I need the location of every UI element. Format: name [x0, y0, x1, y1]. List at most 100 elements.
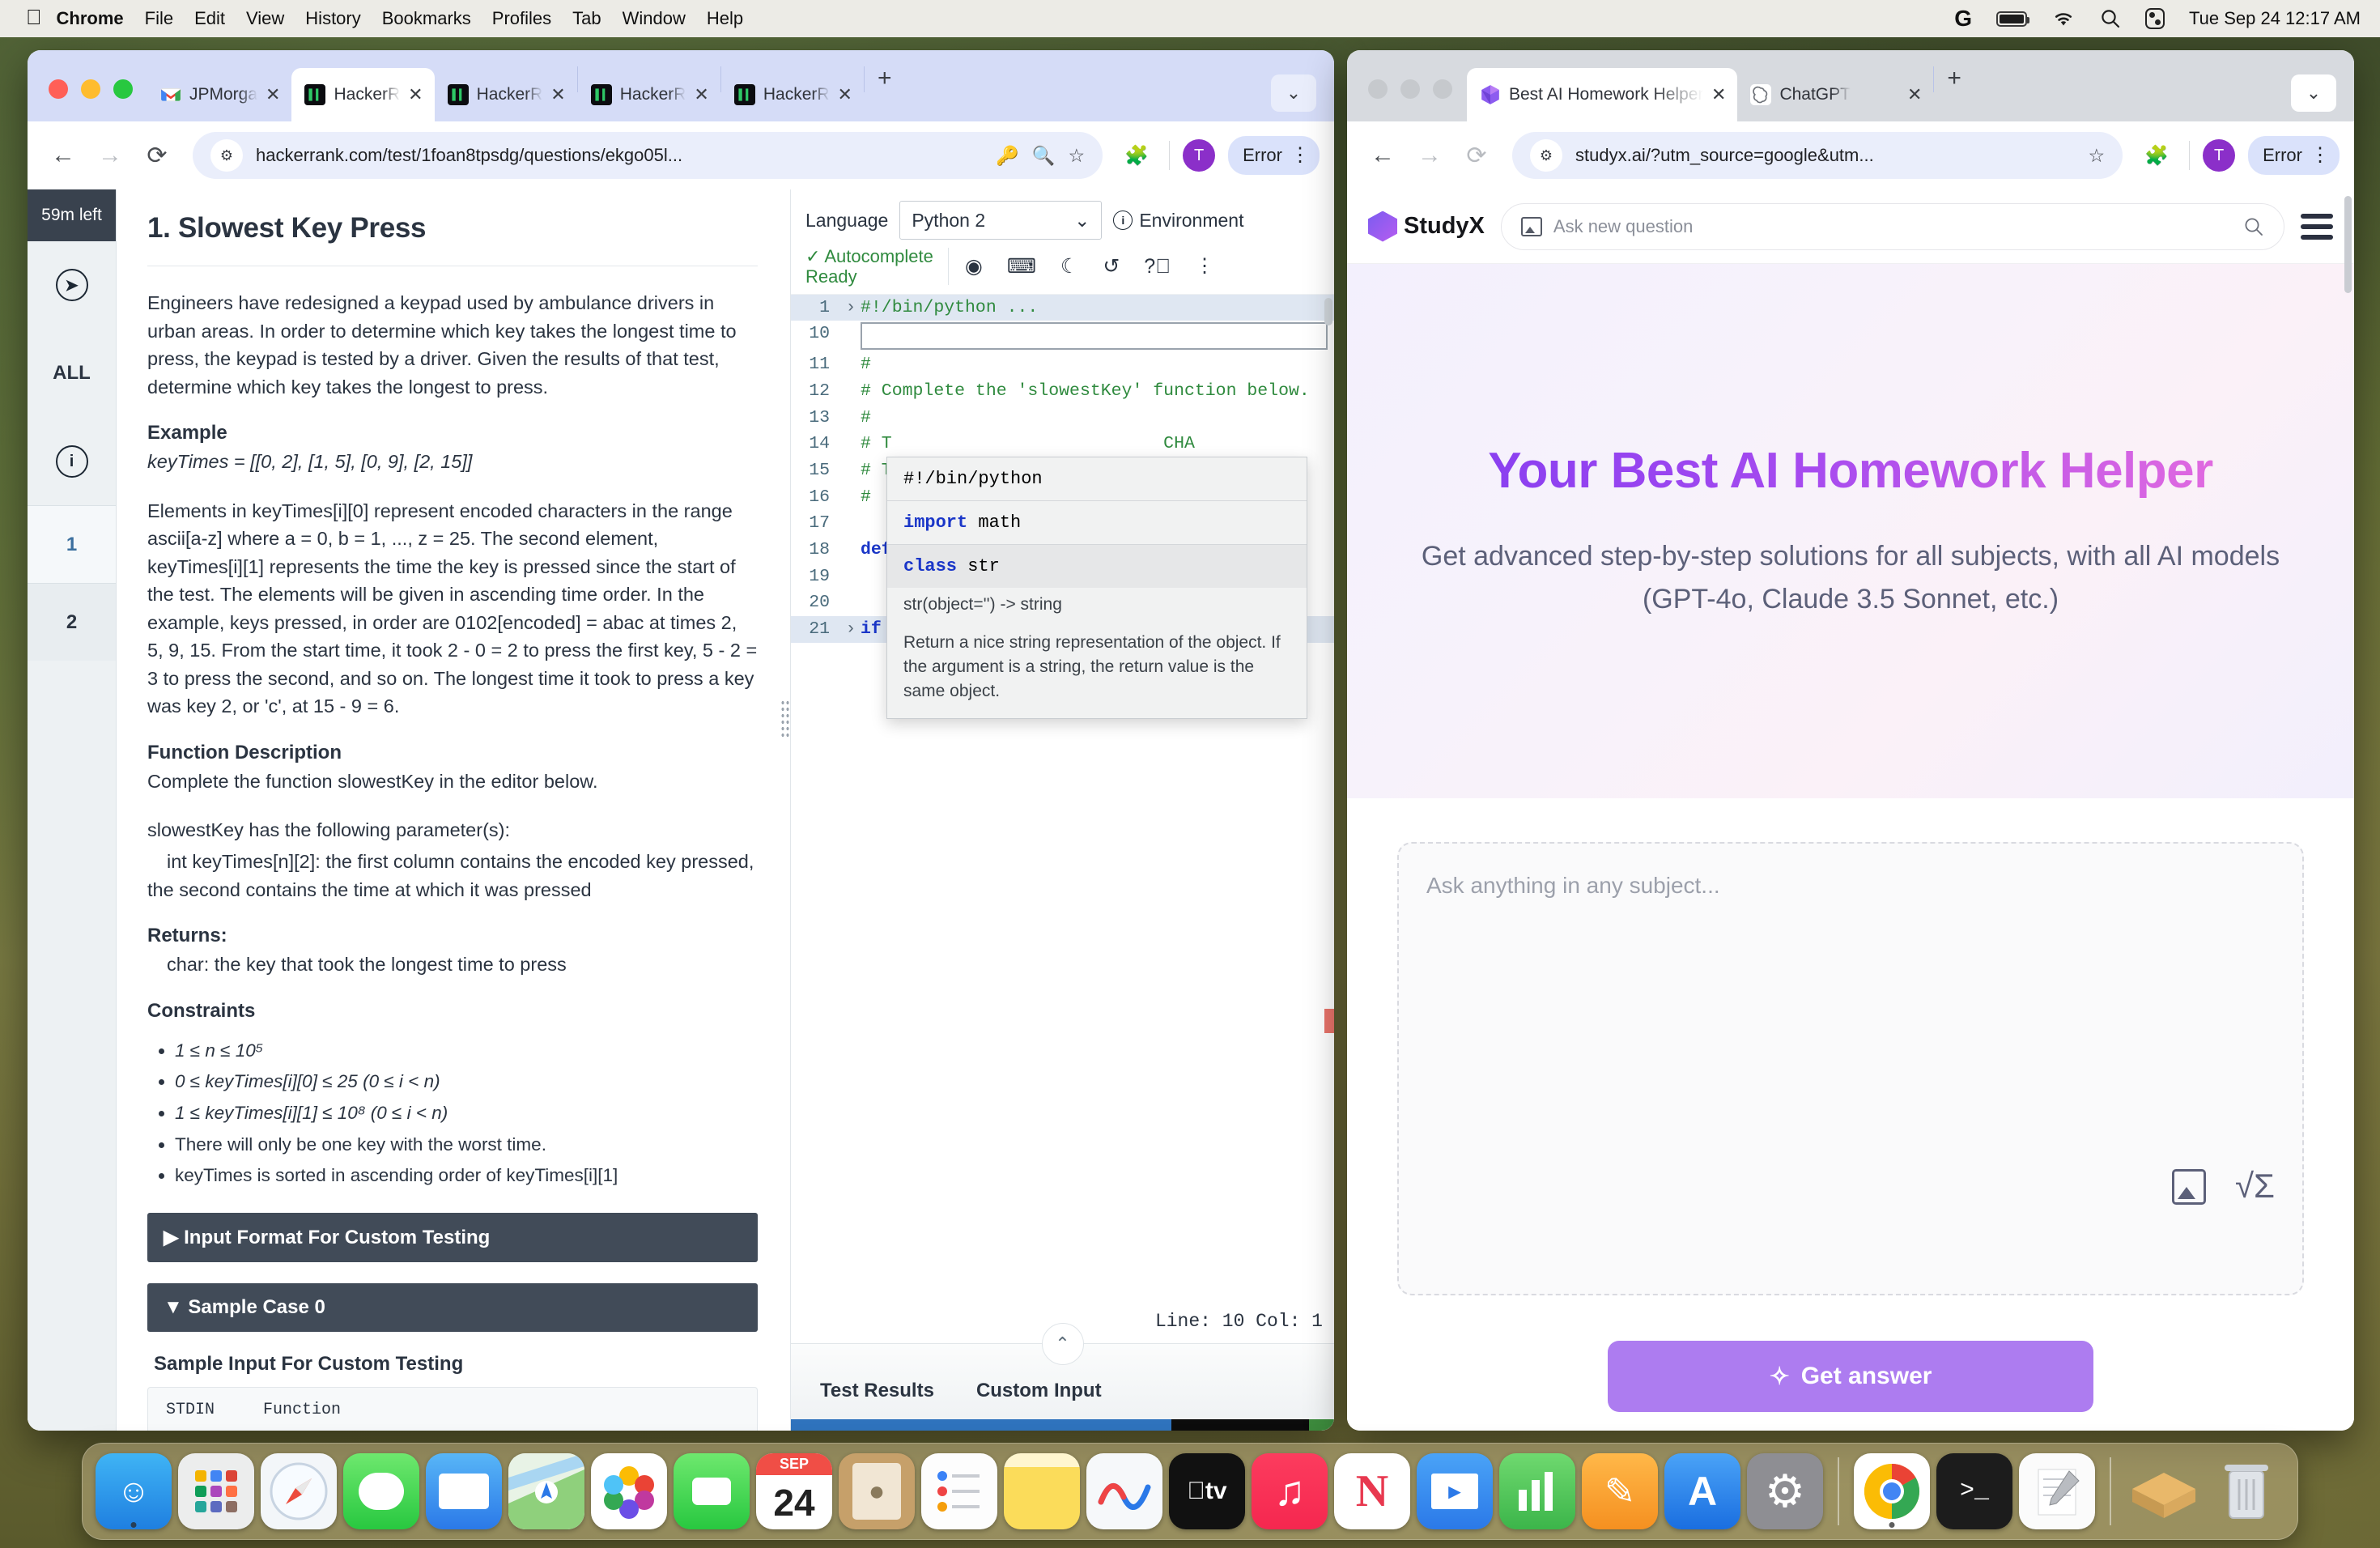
search-icon[interactable]: 🔍	[1032, 145, 1056, 167]
minimize-window-button[interactable]	[1400, 79, 1420, 99]
site-settings-icon[interactable]: ⚙	[210, 139, 243, 172]
reload-button[interactable]: ⟳	[1456, 134, 1498, 176]
tab-search-button[interactable]: ⌄	[1271, 74, 1316, 112]
error-status-chip[interactable]: Error ⋮	[1228, 136, 1320, 175]
history-icon[interactable]: ↺	[1103, 254, 1120, 279]
studyx-logo[interactable]: StudyX	[1368, 211, 1485, 242]
collapse-panel-button[interactable]: ⌃	[1041, 1323, 1084, 1365]
site-settings-icon[interactable]: ⚙	[1530, 139, 1562, 172]
close-tab-icon[interactable]: ✕	[1907, 86, 1922, 104]
close-tab-icon[interactable]: ✕	[550, 86, 565, 104]
extensions-puzzle-icon[interactable]: 🧩	[2137, 136, 2176, 175]
address-bar[interactable]: ⚙ studyx.ai/?utm_source=google&utm... ☆	[1512, 132, 2123, 179]
autocomplete-item-import-math[interactable]: import math	[887, 501, 1307, 544]
extensions-puzzle-icon[interactable]: 🧩	[1117, 136, 1156, 175]
pane-resize-handle[interactable]	[780, 700, 790, 740]
math-formula-icon[interactable]: √Σ	[2235, 1169, 2275, 1205]
sidebar-question-1[interactable]: 1	[28, 505, 116, 583]
profile-avatar[interactable]: T	[2203, 139, 2236, 172]
spotlight-search-icon[interactable]	[2100, 8, 2121, 29]
code-editor-pane[interactable]: Language Python 2 ⌄ i Environment ✓ Auto…	[790, 189, 1334, 1431]
tab-test-results[interactable]: Test Results	[820, 1380, 934, 1402]
tab-hackerrank-2[interactable]: HackerR ✕	[435, 68, 577, 121]
downloads-stack-icon[interactable]	[2126, 1453, 2202, 1529]
ask-question-textarea[interactable]: Ask anything in any subject... √Σ	[1397, 842, 2304, 1295]
tab-jpmorgan[interactable]: JPMorga ✕	[147, 68, 291, 121]
back-button[interactable]: ←	[42, 134, 84, 176]
keynote-icon[interactable]: ►	[1417, 1453, 1493, 1529]
finder-icon[interactable]: ☺	[96, 1453, 172, 1529]
eye-icon[interactable]: ◉	[965, 254, 983, 279]
pages-icon[interactable]: ✎	[1582, 1453, 1658, 1529]
freeform-icon[interactable]	[1086, 1453, 1162, 1529]
chrome-menu-icon[interactable]: ⋮	[1290, 146, 1310, 165]
help-icon[interactable]: ?⃝	[1144, 255, 1171, 279]
code-text-area[interactable]: 1 › #!/bin/python ... 10 11 # 12 # Compl…	[791, 293, 1334, 1303]
terminal-icon[interactable]: >_	[1936, 1453, 2012, 1529]
notes-icon[interactable]	[1004, 1453, 1080, 1529]
fold-arrow-icon[interactable]: ›	[841, 295, 861, 321]
close-tab-icon[interactable]: ✕	[694, 86, 708, 104]
autocomplete-popup[interactable]: #!/bin/python import math class str str(…	[886, 456, 1307, 719]
reminders-icon[interactable]	[921, 1453, 997, 1529]
image-upload-icon[interactable]	[2171, 1169, 2206, 1205]
error-status-chip[interactable]: Error ⋮	[2248, 136, 2340, 175]
menu-hamburger-icon[interactable]	[2301, 213, 2333, 240]
menu-item-help[interactable]: Help	[707, 8, 743, 29]
close-window-button[interactable]	[1368, 79, 1388, 99]
language-select[interactable]: Python 2 ⌄	[899, 201, 1103, 240]
menu-item-tab[interactable]: Tab	[572, 8, 601, 29]
appstore-icon[interactable]: A	[1664, 1453, 1740, 1529]
window-traffic-lights[interactable]	[28, 79, 147, 121]
menu-item-profiles[interactable]: Profiles	[492, 8, 551, 29]
close-tab-icon[interactable]: ✕	[1711, 86, 1726, 104]
contacts-icon[interactable]: ●	[839, 1453, 915, 1529]
menu-item-file[interactable]: File	[145, 8, 173, 29]
mail-icon[interactable]	[426, 1453, 502, 1529]
accordion-input-format[interactable]: ▶ Input Format For Custom Testing	[147, 1213, 758, 1262]
forward-button[interactable]: →	[1409, 134, 1451, 176]
close-tab-icon[interactable]: ✕	[408, 86, 423, 104]
tab-hackerrank-3[interactable]: HackerR ✕	[578, 68, 720, 121]
textedit-icon[interactable]	[2019, 1453, 2095, 1529]
autocomplete-item-shebang[interactable]: #!/bin/python	[887, 457, 1307, 500]
chrome-menu-icon[interactable]: ⋮	[2310, 146, 2330, 165]
editor-scrollbar[interactable]	[1323, 295, 1334, 1303]
facetime-icon[interactable]	[674, 1453, 750, 1529]
launchpad-icon[interactable]	[178, 1453, 254, 1529]
problem-description-pane[interactable]: 1. Slowest Key Press Engineers have rede…	[117, 189, 790, 1431]
fold-arrow-icon[interactable]: ›	[841, 616, 861, 643]
tab-custom-input[interactable]: Custom Input	[976, 1380, 1102, 1402]
address-bar[interactable]: ⚙ hackerrank.com/test/1foan8tpsdg/questi…	[193, 132, 1103, 179]
sidebar-compass-button[interactable]: ➤	[28, 241, 116, 329]
tab-hackerrank-1[interactable]: HackerR ✕	[291, 68, 435, 121]
bookmark-star-icon[interactable]: ☆	[1068, 145, 1085, 167]
page-scrollbar[interactable]	[2344, 196, 2352, 293]
calendar-icon[interactable]: SEP 24	[756, 1453, 832, 1529]
system-settings-icon[interactable]: ⚙	[1747, 1453, 1823, 1529]
reload-button[interactable]: ⟳	[136, 134, 178, 176]
password-key-icon[interactable]: 🔑	[996, 145, 1019, 167]
tab-chatgpt[interactable]: ChatGPT ✕	[1737, 68, 1933, 121]
image-upload-icon[interactable]	[1520, 216, 1542, 236]
appletv-icon[interactable]: tv	[1169, 1453, 1245, 1529]
tab-search-button[interactable]: ⌄	[2291, 74, 2336, 112]
battery-icon[interactable]	[1996, 11, 2029, 27]
control-center-icon[interactable]	[2145, 8, 2165, 29]
menu-item-bookmarks[interactable]: Bookmarks	[382, 8, 471, 29]
accordion-sample-case-0[interactable]: ▼ Sample Case 0	[147, 1283, 758, 1332]
moon-icon[interactable]: ☾	[1060, 254, 1078, 279]
chrome-window-hackerrank[interactable]: JPMorga ✕ HackerR ✕ HackerR ✕ HackerR ✕ …	[28, 50, 1334, 1431]
safari-icon[interactable]	[261, 1453, 337, 1529]
ask-new-question-search[interactable]: Ask new question	[1500, 202, 2284, 250]
search-icon[interactable]	[2243, 216, 2264, 237]
maximize-window-button[interactable]	[1433, 79, 1452, 99]
back-button[interactable]: ←	[1362, 134, 1404, 176]
editor-error-marker[interactable]	[1324, 1008, 1334, 1033]
get-answer-button[interactable]: ✧ Get answer	[1608, 1341, 2093, 1412]
editor-cursor-line[interactable]	[861, 322, 1328, 351]
messages-icon[interactable]	[343, 1453, 419, 1529]
sidebar-question-2[interactable]: 2	[28, 583, 116, 661]
trash-icon[interactable]	[2208, 1453, 2284, 1529]
menu-item-window[interactable]: Window	[623, 8, 686, 29]
